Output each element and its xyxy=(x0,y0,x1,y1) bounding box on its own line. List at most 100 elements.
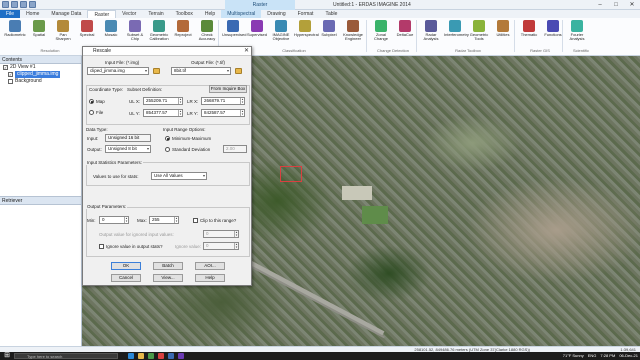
help-button[interactable]: Help xyxy=(195,274,225,282)
windows-start-icon[interactable]: ⊞ xyxy=(2,352,12,360)
aoi-button[interactable]: AOI... xyxy=(195,262,225,270)
spinner-icon[interactable]: ▴ ▾ xyxy=(240,98,244,104)
minimize-button[interactable]: – xyxy=(592,0,608,10)
ribbon-button-fourier-analysis[interactable]: Fourier Analysis xyxy=(566,20,588,48)
view-button[interactable]: View... xyxy=(153,274,183,282)
ribbon-button-subpixel[interactable]: Subpixel xyxy=(318,20,340,48)
spinner-icon[interactable]: ▴ ▾ xyxy=(178,98,182,104)
batch-button[interactable]: Batch xyxy=(153,262,183,270)
spinner-icon[interactable]: ▴ ▾ xyxy=(234,231,238,237)
uly-input[interactable]: 854377.57 ▴ ▾ xyxy=(143,109,183,117)
min-max-radio[interactable] xyxy=(165,136,170,141)
folder-icon[interactable] xyxy=(153,68,160,74)
tab-help[interactable]: Help xyxy=(199,10,221,18)
ribbon-button-geometric-calibration[interactable]: Geometric Calibration xyxy=(148,20,170,48)
maximize-button[interactable]: □ xyxy=(608,0,624,10)
values-for-stats-select[interactable]: Use All Values ▾ xyxy=(151,172,207,180)
chevron-down-icon[interactable]: ▾ xyxy=(203,173,205,179)
chevron-down-icon[interactable]: ▾ xyxy=(145,68,147,74)
language-indicator[interactable]: ENG xyxy=(588,352,597,360)
erdas-icon[interactable] xyxy=(178,353,184,359)
tab-terrain[interactable]: Terrain xyxy=(142,10,169,18)
ribbon-button-pan-sharpen[interactable]: Pan Sharpen xyxy=(52,20,74,48)
explorer-icon[interactable] xyxy=(138,353,144,359)
inquire-box[interactable] xyxy=(280,166,302,182)
std-dev-input[interactable]: 2.00 xyxy=(223,145,247,153)
ribbon-button-utilities[interactable]: Utilities xyxy=(492,20,514,48)
ribbon-button-spatial[interactable]: Spatial xyxy=(28,20,50,48)
edge-icon[interactable] xyxy=(128,353,134,359)
view-checkbox[interactable]: ✓ xyxy=(3,65,8,70)
tree-background-item[interactable]: Background xyxy=(0,78,81,85)
lry-input[interactable]: 842587.57 ▴ ▾ xyxy=(201,109,245,117)
folder-icon[interactable] xyxy=(235,68,242,74)
tab-format[interactable]: Format xyxy=(292,10,320,18)
weather-text[interactable]: 71°F Sunny xyxy=(563,352,584,360)
background-checkbox[interactable] xyxy=(8,79,13,84)
chevron-down-icon[interactable]: ▾ xyxy=(227,68,229,74)
spinner-icon[interactable]: ▴ ▾ xyxy=(240,110,244,116)
tab-vector[interactable]: Vector xyxy=(116,10,142,18)
ribbon-button-functions[interactable]: Functions xyxy=(542,20,564,48)
ribbon-button-spectral[interactable]: Spectral xyxy=(76,20,98,48)
tab-raster[interactable]: Raster xyxy=(87,10,117,18)
spinner-icon[interactable]: ▴ ▾ xyxy=(178,110,182,116)
tab-file[interactable]: File xyxy=(0,10,21,18)
spinner-icon[interactable]: ▴ ▾ xyxy=(234,243,238,249)
ribbon-button-knowledge-engineer[interactable]: Knowledge Engineer xyxy=(342,20,364,48)
ribbon-button-mosaic[interactable]: Mosaic xyxy=(100,20,122,48)
excel-icon[interactable] xyxy=(148,353,154,359)
ribbon-button-check-accuracy[interactable]: Check Accuracy xyxy=(196,20,218,48)
output-type-select[interactable]: Unsigned 8 bit ▾ xyxy=(105,145,151,153)
chrome-icon[interactable] xyxy=(158,353,164,359)
ribbon-button-interferometry[interactable]: Interferometry xyxy=(444,20,469,48)
spinner-icon[interactable]: ▴ ▾ xyxy=(174,217,178,223)
ribbon-button-reproject[interactable]: Reproject xyxy=(172,20,194,48)
output-file-field[interactable]: 8bit.tif ▾ xyxy=(171,67,231,75)
clock-time[interactable]: 7:28 PM xyxy=(600,352,615,360)
ignore-value-input[interactable]: 0 ▴ ▾ xyxy=(203,242,239,250)
tab-toolbox[interactable]: Toolbox xyxy=(170,10,199,18)
tree-layer-item[interactable]: ✓ clipped_jimma.img xyxy=(0,71,81,78)
clock-date[interactable]: 06-Dec-21 xyxy=(619,352,638,360)
ribbon-button-thematic[interactable]: Thematic xyxy=(518,20,540,48)
cancel-button[interactable]: Cancel xyxy=(111,274,141,282)
ribbon-button-hyperspectral[interactable]: Hyperspectral xyxy=(294,20,319,48)
from-inquire-box-button[interactable]: From Inquire Box xyxy=(209,85,247,93)
lrx-input[interactable]: 266879.71 ▴ ▾ xyxy=(201,97,245,105)
input-file-field[interactable]: cliped_jimma.img ▾ xyxy=(87,67,149,75)
word-icon[interactable] xyxy=(168,353,174,359)
layer-label[interactable]: clipped_jimma.img xyxy=(15,71,61,78)
taskbar-search[interactable]: Type here to search xyxy=(14,353,118,359)
file-radio[interactable] xyxy=(89,110,94,115)
tab-manage-data[interactable]: Manage Data xyxy=(45,10,87,18)
ribbon-button-supervised[interactable]: Supervised xyxy=(246,20,268,48)
ribbon-button-imagine-objective[interactable]: IMAGINE Objective xyxy=(270,20,292,48)
std-dev-radio[interactable] xyxy=(165,147,170,152)
map-radio[interactable] xyxy=(89,99,94,104)
max-input[interactable]: 255 ▴ ▾ xyxy=(149,216,179,224)
ribbon-button-radar-analysis[interactable]: Radar Analysis xyxy=(420,20,442,48)
ignore-in-stats-checkbox[interactable] xyxy=(99,244,104,249)
undo-icon[interactable] xyxy=(29,1,36,8)
chevron-down-icon[interactable]: ▾ xyxy=(147,146,149,152)
ribbon-button-unsupervised[interactable]: Unsupervised xyxy=(222,20,246,48)
ribbon-button-subset-chip[interactable]: Subset & Chip xyxy=(124,20,146,48)
save-icon[interactable] xyxy=(20,1,27,8)
spinner-icon[interactable]: ▴ ▾ xyxy=(124,217,128,223)
ulx-input[interactable]: 255209.71 ▴ ▾ xyxy=(143,97,183,105)
open-icon[interactable] xyxy=(11,1,18,8)
ribbon-button-zonal-change[interactable]: Zonal Change xyxy=(370,20,392,48)
ok-button[interactable]: OK xyxy=(111,262,141,270)
output-ignore-input[interactable]: 0 ▴ ▾ xyxy=(203,230,239,238)
min-input[interactable]: 0 ▴ ▾ xyxy=(99,216,129,224)
ribbon-button-geometric-tools[interactable]: Geometric Tools xyxy=(468,20,490,48)
tab-multispectral[interactable]: Multispectral xyxy=(221,10,262,18)
ribbon-button-radiometric[interactable]: Radiometric xyxy=(4,20,26,48)
layer-checkbox[interactable]: ✓ xyxy=(8,72,13,77)
tab-drawing[interactable]: Drawing xyxy=(261,10,291,18)
tab-home[interactable]: Home xyxy=(20,10,45,18)
new-icon[interactable] xyxy=(2,1,9,8)
tree-view-item[interactable]: ✓ 2D View #1 xyxy=(0,64,81,71)
close-button[interactable]: ✕ xyxy=(624,0,640,10)
